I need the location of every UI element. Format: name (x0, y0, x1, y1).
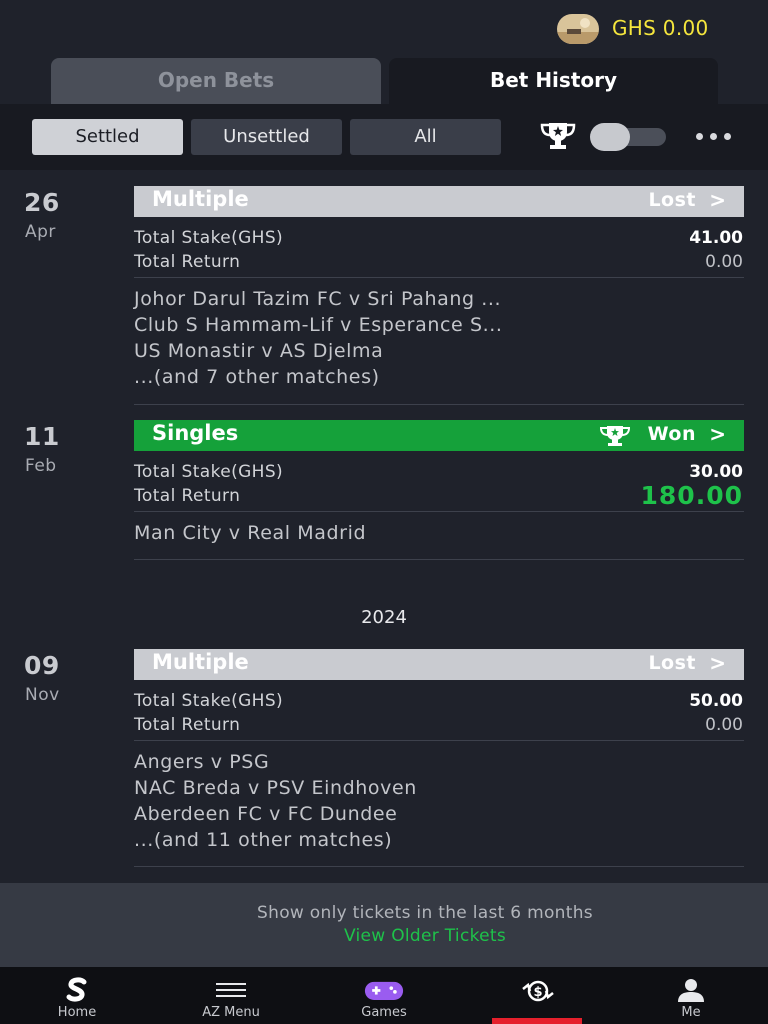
nav-label: Games (361, 1005, 407, 1020)
bet-status: Lost (648, 652, 696, 674)
total-stake-label: Total Stake(GHS) (134, 228, 284, 248)
nav-home[interactable]: Home (0, 967, 154, 1024)
filter-unsettled-button[interactable]: Unsettled (191, 119, 342, 155)
total-return-label: Total Return (134, 486, 241, 506)
trophy-icon (598, 425, 632, 447)
view-older-tickets-link[interactable]: View Older Tickets (0, 926, 768, 946)
bet-date-month: Apr (25, 222, 56, 242)
match-name: Aberdeen FC v FC Dundee (134, 803, 398, 825)
match-name: Angers v PSG (134, 751, 270, 773)
total-return-value: 180.00 (640, 481, 743, 510)
nav-az-menu[interactable]: AZ Menu (154, 967, 308, 1024)
bet-date-month: Nov (25, 685, 60, 705)
older-tickets-panel: Show only tickets in the last 6 months V… (0, 883, 768, 967)
nav-label: AZ Menu (202, 1005, 260, 1020)
total-return-value: 0.00 (705, 252, 743, 272)
account-balance[interactable]: GHS 0.00 (612, 16, 709, 40)
total-stake-value: 30.00 (689, 462, 743, 482)
nav-label: Me (681, 1005, 701, 1020)
older-tickets-note: Show only tickets in the last 6 months (257, 903, 593, 923)
match-name: Johor Darul Tazim FC v Sri Pahang ... (134, 288, 502, 310)
bet-status: Won (647, 423, 696, 445)
year-separator: 2024 (361, 607, 407, 628)
trophy-filter-icon[interactable] (538, 120, 578, 152)
bet-date-month: Feb (25, 456, 57, 476)
divider (134, 404, 744, 405)
total-return-label: Total Return (134, 252, 241, 272)
user-icon (671, 977, 711, 1003)
nav-label: Home (57, 1005, 97, 1020)
won-only-toggle[interactable] (590, 123, 666, 151)
gamepad-icon (364, 977, 404, 1003)
total-stake-label: Total Stake(GHS) (134, 462, 284, 482)
bet-header[interactable]: Multiple Lost > (134, 649, 744, 680)
total-stake-label: Total Stake(GHS) (134, 691, 284, 711)
match-name: Club S Hammam-Lif v Esperance S... (134, 314, 503, 336)
bet-status: Lost (648, 189, 696, 211)
divider (134, 866, 744, 867)
match-name: Man City v Real Madrid (134, 522, 367, 544)
bottom-nav: Home AZ Menu Games $ Me (0, 967, 768, 1024)
top-header: GHS 0.00 (0, 0, 768, 58)
more-options-icon[interactable] (694, 126, 734, 146)
cashout-icon: $ (518, 977, 558, 1003)
match-more: ...(and 7 other matches) (134, 366, 380, 388)
total-return-value: 0.00 (705, 715, 743, 735)
match-more: ...(and 11 other matches) (134, 829, 393, 851)
toggle-knob (590, 123, 630, 151)
nav-cashout[interactable]: $ (461, 967, 615, 1024)
total-stake-value: 50.00 (689, 691, 743, 711)
match-name: US Monastir v AS Djelma (134, 340, 384, 362)
total-return-label: Total Return (134, 715, 241, 735)
bet-type: Multiple (152, 187, 249, 211)
chevron-right-icon: > (709, 651, 726, 675)
svg-text:$: $ (533, 985, 542, 1000)
bet-date-day: 11 (24, 422, 60, 451)
match-name: NAC Breda v PSV Eindhoven (134, 777, 417, 799)
nav-me[interactable]: Me (614, 967, 768, 1024)
filter-settled-button[interactable]: Settled (32, 119, 183, 155)
nav-active-indicator (492, 1018, 582, 1024)
chevron-right-icon: > (709, 422, 726, 446)
total-stake-value: 41.00 (689, 228, 743, 248)
nav-games[interactable]: Games (307, 967, 461, 1024)
divider (134, 740, 744, 741)
bet-date-day: 09 (24, 651, 60, 680)
avatar[interactable] (557, 14, 599, 44)
tab-bet-history[interactable]: Bet History (389, 58, 718, 104)
sporty-logo-icon (57, 977, 97, 1003)
divider (134, 277, 744, 278)
chevron-right-icon: > (709, 188, 726, 212)
bet-date-day: 26 (24, 188, 60, 217)
tab-open-bets[interactable]: Open Bets (51, 58, 381, 104)
filter-all-button[interactable]: All (350, 119, 501, 155)
bet-header[interactable]: Singles Won > (134, 420, 744, 451)
bet-type: Singles (152, 421, 239, 445)
bet-header[interactable]: Multiple Lost > (134, 186, 744, 217)
menu-icon (211, 977, 251, 1003)
divider (134, 559, 744, 560)
bet-type: Multiple (152, 650, 249, 674)
bet-tabs: Open Bets Bet History (0, 58, 768, 104)
divider (134, 511, 744, 512)
